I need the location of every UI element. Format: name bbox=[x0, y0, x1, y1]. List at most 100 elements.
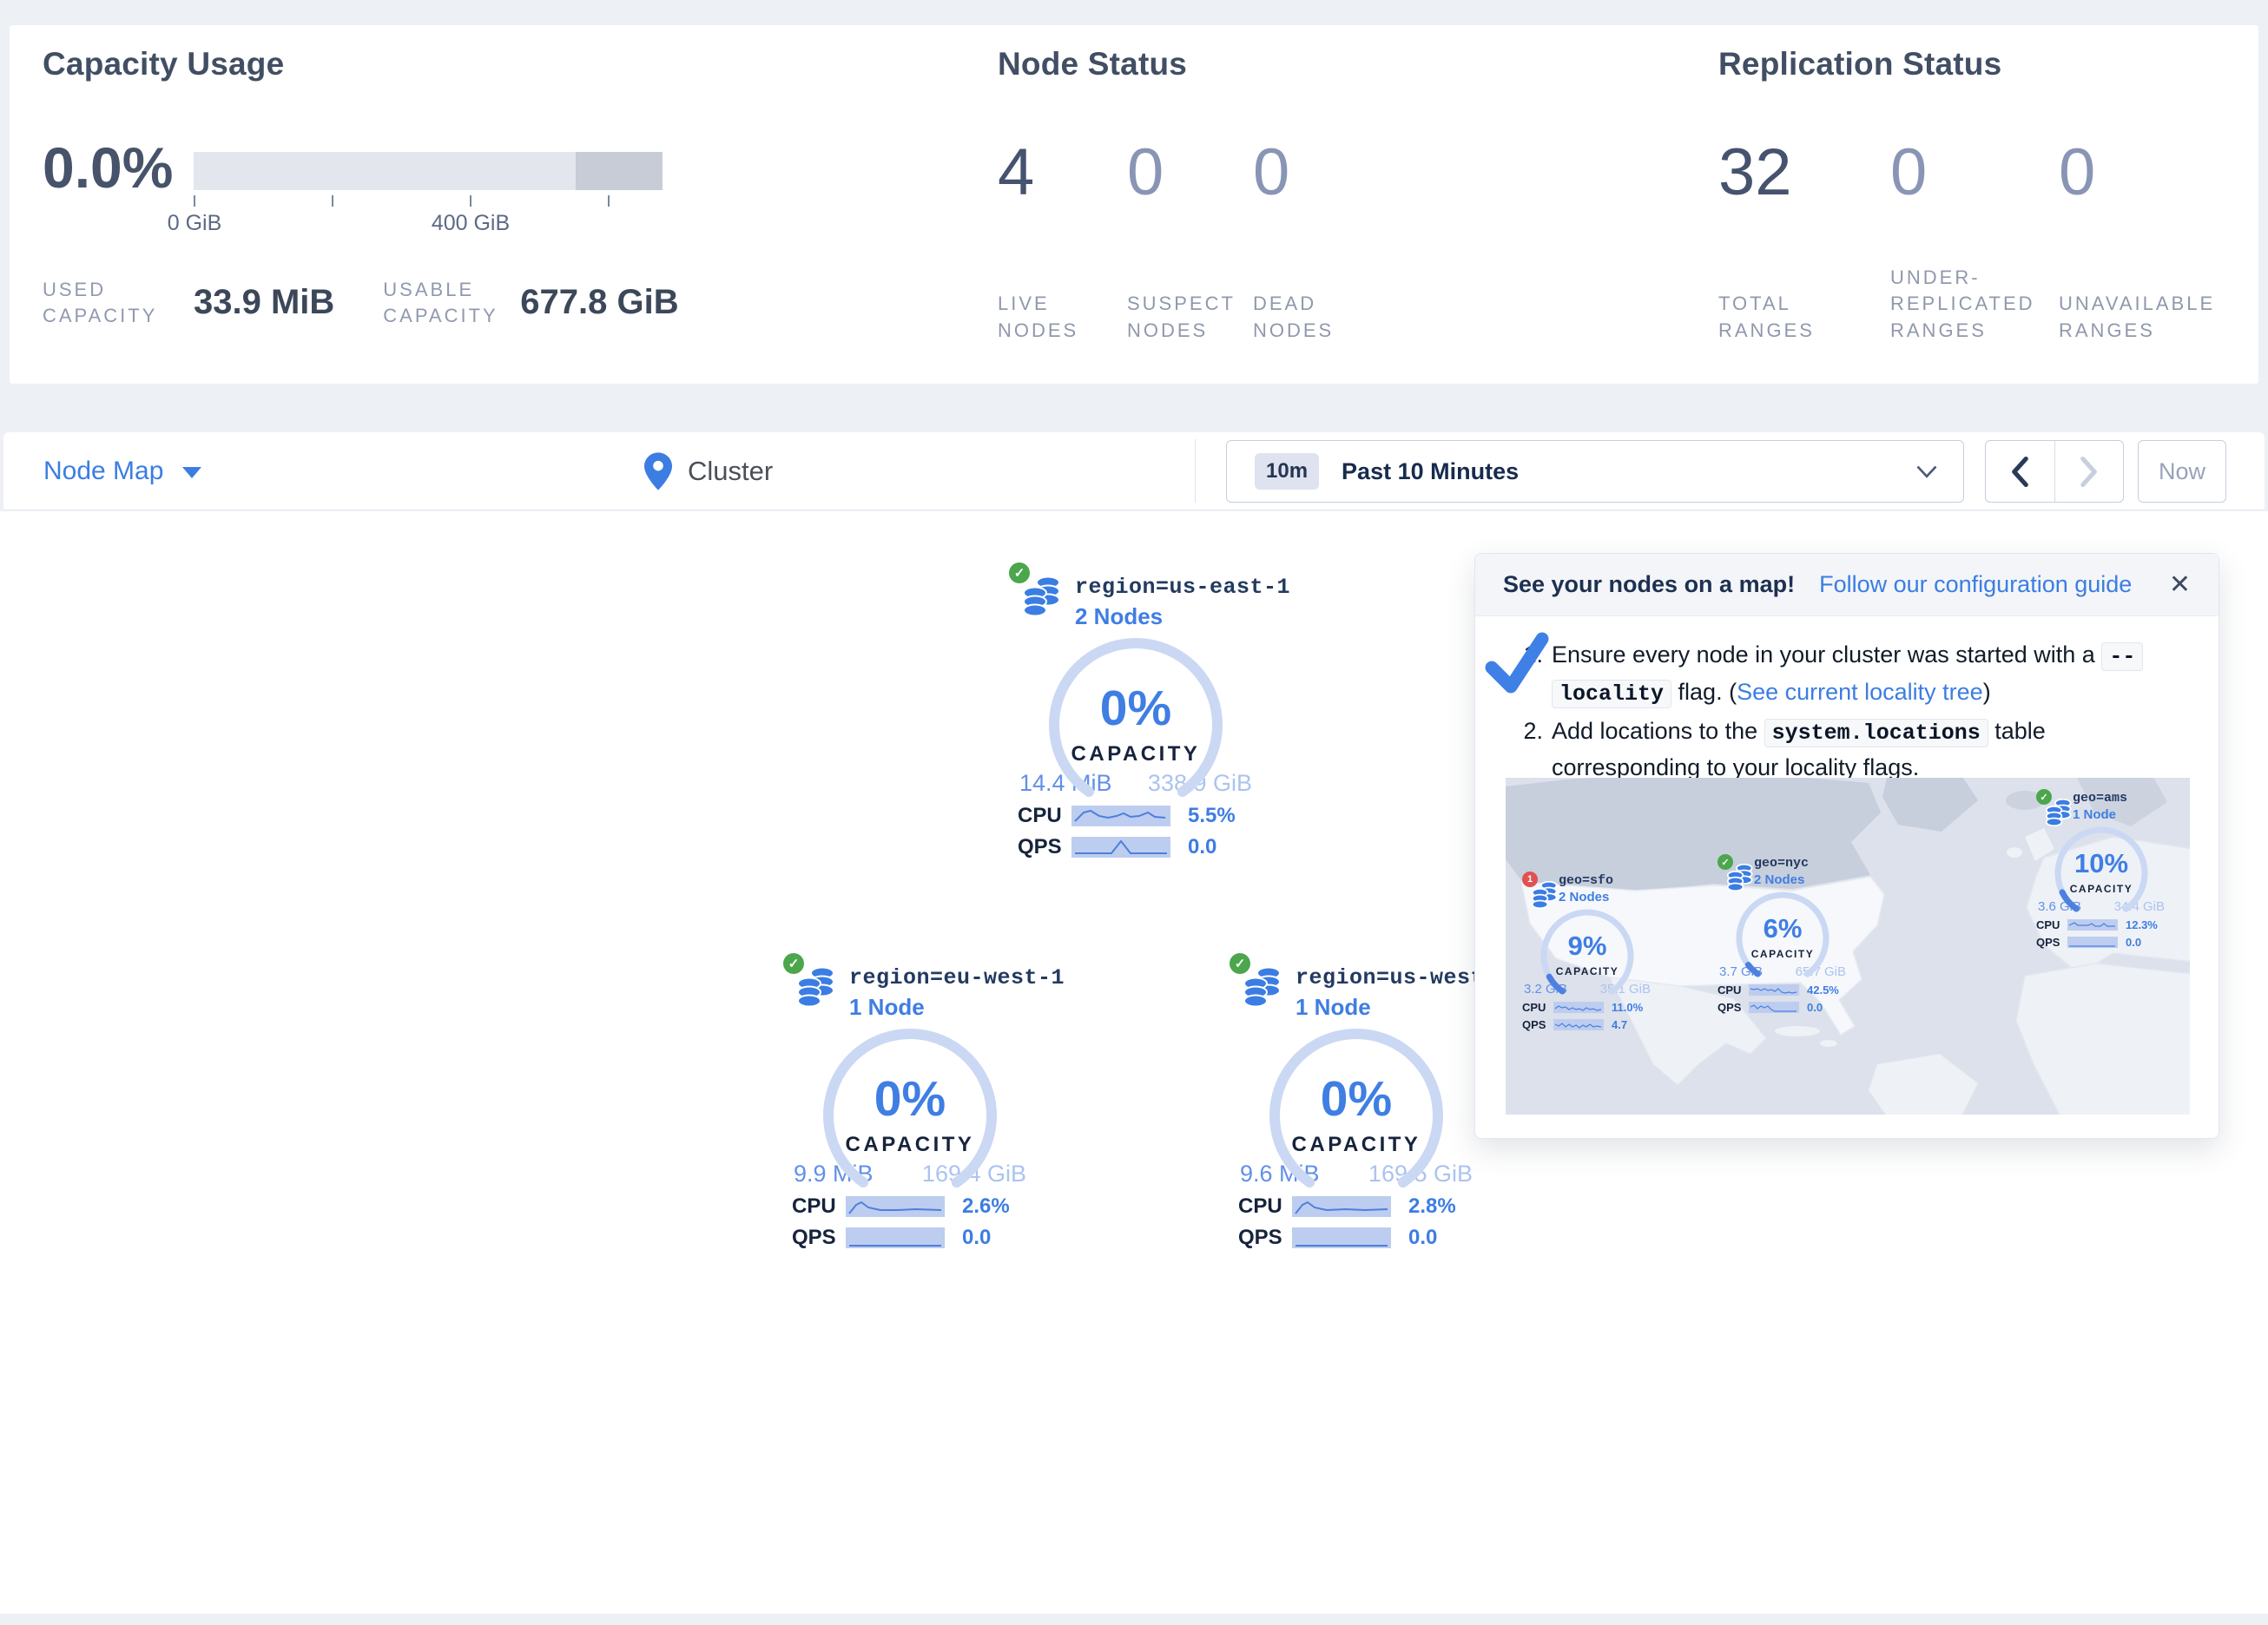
gauge-percent: 9% bbox=[1538, 931, 1637, 962]
node-map-page: Capacity Usage 0.0% 0 GiB 400 GiB USED C… bbox=[0, 0, 2268, 1625]
qps-label: QPS bbox=[1717, 1001, 1749, 1014]
axis-tick-label: 0 GiB bbox=[125, 211, 264, 236]
dead-nodes-label: DEAD NODES bbox=[1253, 291, 1375, 345]
gauge-capacity-label: CAPACITY bbox=[2052, 883, 2151, 895]
geo-nodes-link[interactable]: 1 Node bbox=[2073, 807, 2166, 822]
breadcrumb[interactable]: Cluster bbox=[644, 432, 773, 510]
gauge-percent: 0% bbox=[1047, 680, 1224, 737]
step-1: 1. Ensure every node in your cluster was… bbox=[1475, 637, 2187, 712]
region-label: region=eu-west-1 bbox=[849, 965, 1040, 990]
replication-status-title: Replication Status bbox=[1718, 46, 2001, 82]
toolbar-divider bbox=[1195, 439, 1196, 503]
region-label: region=us-west-1 bbox=[1296, 965, 1487, 990]
capacity-gauge: 0% CAPACITY bbox=[821, 1027, 999, 1204]
map-configuration-popup: See your nodes on a map! Follow our conf… bbox=[1474, 553, 2219, 1139]
qps-value: 0.0 bbox=[962, 1226, 991, 1250]
qps-value: 0.0 bbox=[1807, 1001, 1823, 1014]
geo-label: geo=ams bbox=[2073, 791, 2166, 806]
gauge-percent: 0% bbox=[821, 1070, 999, 1128]
chevron-down-icon bbox=[1916, 465, 1937, 478]
step-text: flag. ( bbox=[1671, 679, 1737, 705]
cpu-sparkline bbox=[1071, 806, 1170, 826]
view-selector-dropdown[interactable]: Node Map bbox=[43, 432, 201, 510]
qps-label: QPS bbox=[1018, 835, 1071, 859]
database-icon bbox=[1023, 575, 1061, 618]
qps-sparkline bbox=[846, 1227, 945, 1248]
unavailable-ranges-count: 0 bbox=[2059, 140, 2250, 206]
blue-check-icon bbox=[1484, 630, 1550, 698]
capacity-usage-bar bbox=[194, 152, 663, 190]
capacity-gauge: 6% CAPACITY bbox=[1733, 889, 1832, 988]
locality-flag-code: -- bbox=[2101, 642, 2143, 671]
under-replicated-ranges-label: UNDER-REPLICATED RANGES bbox=[1890, 265, 2052, 345]
usable-capacity-value: 677.8 GiB bbox=[520, 283, 678, 322]
qps-label: QPS bbox=[2036, 936, 2067, 949]
gauge-capacity-label: CAPACITY bbox=[821, 1133, 999, 1157]
now-button[interactable]: Now bbox=[2138, 440, 2226, 503]
total-ranges-count: 32 bbox=[1718, 140, 1876, 206]
geo-label: geo=sfo bbox=[1559, 873, 1652, 888]
region-nodes-link[interactable]: 2 Nodes bbox=[1075, 603, 1266, 630]
region-card-eu-west-1: ✓ region=eu-west-1 1 Node 0% bbox=[780, 951, 1040, 1250]
location-pin-icon bbox=[644, 452, 672, 490]
step-text: ) bbox=[1983, 679, 1991, 705]
cpu-sparkline bbox=[846, 1196, 945, 1217]
axis-tick-label: 400 GiB bbox=[401, 211, 540, 236]
step-2: 2. Add locations to the system.locations… bbox=[1475, 714, 2187, 787]
gauge-percent: 0% bbox=[1268, 1070, 1445, 1128]
qps-sparkline bbox=[2067, 937, 2118, 948]
configuration-guide-link[interactable]: Follow our configuration guide bbox=[1819, 571, 2132, 598]
gauge-capacity-label: CAPACITY bbox=[1733, 948, 1832, 960]
world-map-preview: 1 geo=sfo 2 Nodes bbox=[1506, 778, 2190, 1115]
gauge-capacity-label: CAPACITY bbox=[1047, 742, 1224, 766]
time-forward-button[interactable] bbox=[2055, 441, 2124, 502]
status-ok-badge: ✓ bbox=[783, 953, 804, 974]
capacity-gauge: 9% CAPACITY bbox=[1538, 906, 1637, 1005]
locality-tree-link[interactable]: See current locality tree bbox=[1737, 679, 1983, 705]
status-ok-badge: ✓ bbox=[1009, 562, 1030, 583]
qps-value: 0.0 bbox=[1408, 1226, 1437, 1250]
region-nodes-link[interactable]: 1 Node bbox=[1296, 994, 1487, 1021]
caret-down-icon bbox=[182, 467, 201, 478]
status-ok-badge: ✓ bbox=[1717, 854, 1733, 870]
step-number: 2. bbox=[1475, 714, 1552, 787]
cpu-sparkline bbox=[1553, 1002, 1604, 1013]
dead-nodes-count: 0 bbox=[1253, 140, 1375, 206]
breadcrumb-label: Cluster bbox=[688, 456, 773, 487]
close-icon[interactable]: ✕ bbox=[2169, 569, 2191, 600]
unavailable-ranges-label: UNAVAILABLE RANGES bbox=[2059, 291, 2250, 345]
gauge-capacity-label: CAPACITY bbox=[1268, 1133, 1445, 1157]
view-selector-label: Node Map bbox=[43, 457, 163, 486]
usable-capacity-label: USABLE CAPACITY bbox=[383, 277, 508, 328]
qps-label: QPS bbox=[1522, 1018, 1553, 1031]
time-back-button[interactable] bbox=[1986, 441, 2055, 502]
qps-sparkline bbox=[1292, 1227, 1391, 1248]
region-label: region=us-east-1 bbox=[1075, 575, 1266, 600]
qps-value: 0.0 bbox=[2126, 936, 2141, 949]
qps-sparkline bbox=[1553, 1019, 1604, 1030]
system-locations-code: system.locations bbox=[1764, 719, 1988, 747]
node-status-title: Node Status bbox=[998, 46, 1187, 82]
capacity-gauge: 0% CAPACITY bbox=[1047, 636, 1224, 813]
status-ok-badge: ✓ bbox=[2036, 789, 2052, 805]
axis-tick bbox=[470, 195, 471, 207]
capacity-usage-title: Capacity Usage bbox=[43, 46, 284, 82]
capacity-gauge: 0% CAPACITY bbox=[1268, 1027, 1445, 1204]
total-ranges-label: TOTAL RANGES bbox=[1718, 291, 1849, 345]
capacity-usage-percent: 0.0% bbox=[43, 135, 173, 201]
time-range-dropdown[interactable]: 10m Past 10 Minutes bbox=[1226, 440, 1964, 503]
region-nodes-link[interactable]: 1 Node bbox=[849, 994, 1040, 1021]
geo-nodes-link[interactable]: 2 Nodes bbox=[1754, 872, 1848, 887]
popup-header: See your nodes on a map! Follow our conf… bbox=[1475, 554, 2219, 616]
geo-nodes-link[interactable]: 2 Nodes bbox=[1559, 890, 1652, 905]
axis-tick bbox=[194, 195, 195, 207]
region-card-us-west-1: ✓ region=us-west-1 1 Node 0% bbox=[1226, 951, 1487, 1250]
live-nodes-count: 4 bbox=[998, 140, 1119, 206]
cpu-sparkline bbox=[1749, 984, 1799, 996]
gauge-percent: 10% bbox=[2052, 848, 2151, 879]
status-error-badge: 1 bbox=[1522, 872, 1538, 887]
live-nodes-label: LIVE NODES bbox=[998, 291, 1119, 345]
qps-sparkline bbox=[1071, 837, 1170, 858]
geo-card-nyc: ✓ geo=nyc 2 Nodes bbox=[1717, 854, 1848, 1014]
axis-tick bbox=[608, 195, 610, 207]
